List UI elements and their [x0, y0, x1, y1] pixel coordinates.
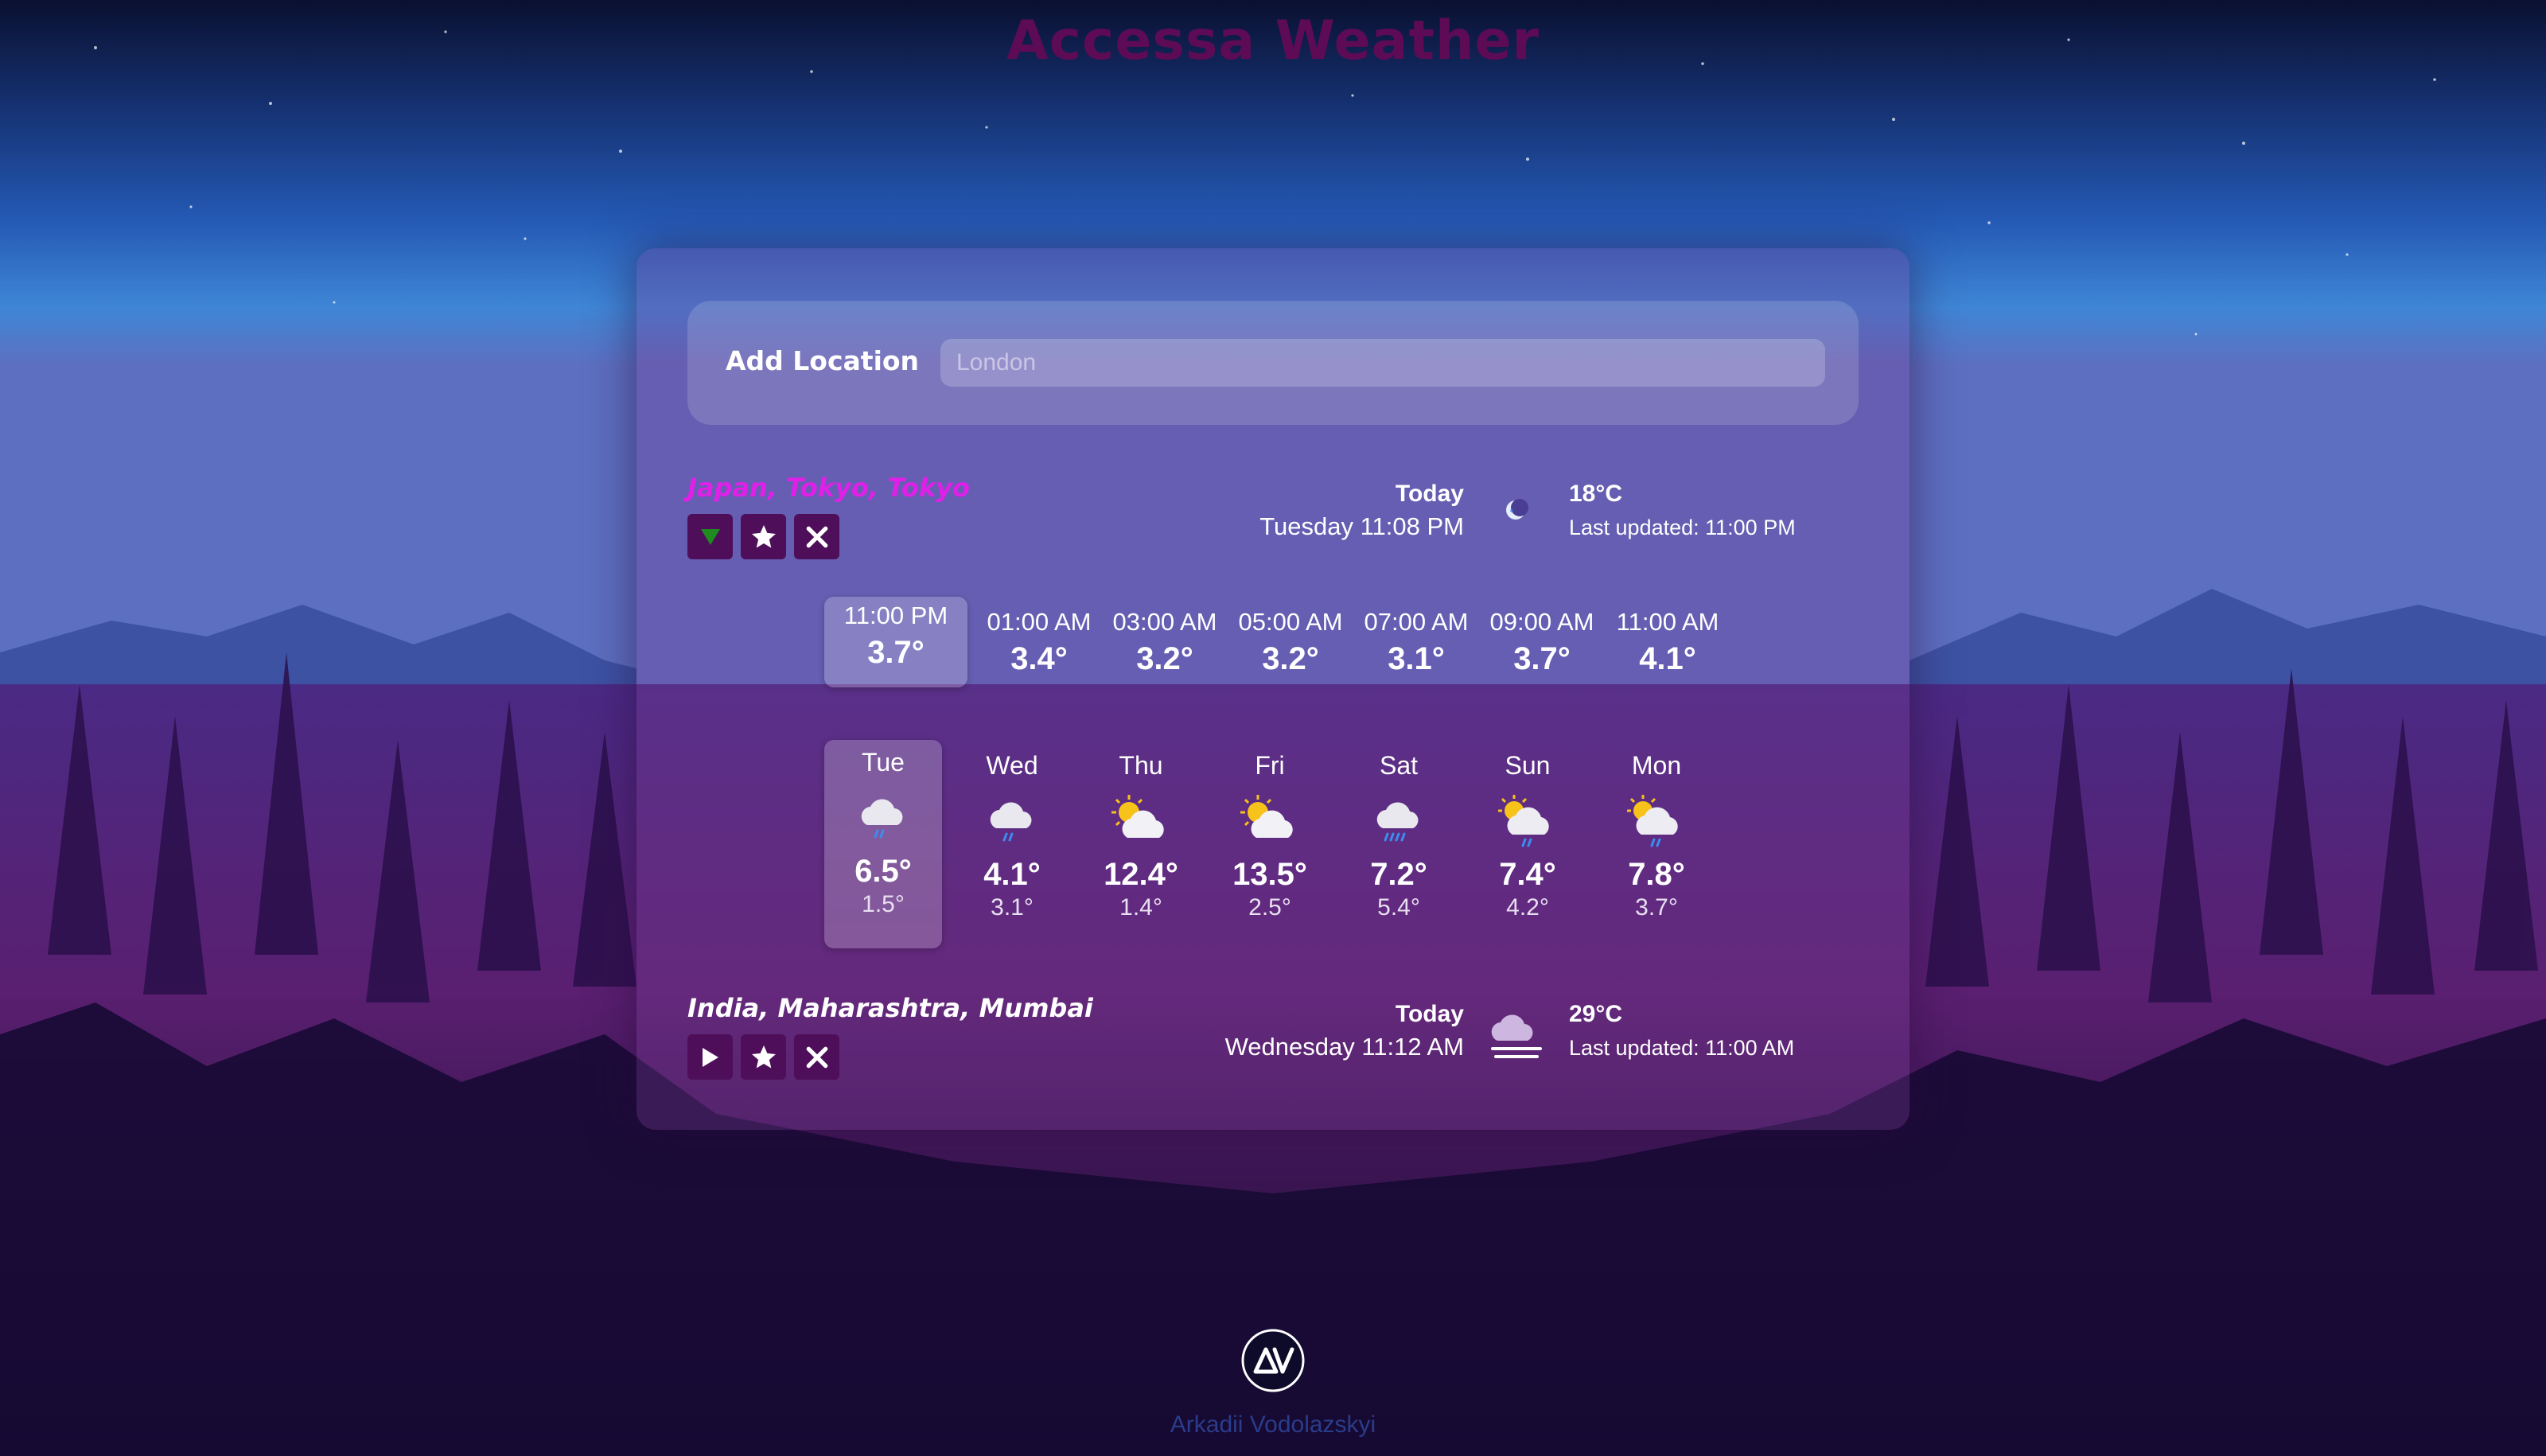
current-temperature: 29°C: [1569, 1001, 1623, 1027]
day-low: 5.4°: [1377, 894, 1420, 921]
local-datetime: Wednesday 11:12 AM: [1224, 1033, 1464, 1061]
location-actions-mumbai: [687, 1034, 839, 1080]
day-item[interactable]: Mon 7.8° 3.7°: [1598, 751, 1715, 921]
day-high: 7.2°: [1370, 857, 1427, 892]
hour-item[interactable]: 03:00 AM 3.2°: [1101, 608, 1228, 677]
hour-temp: 3.1°: [1388, 641, 1445, 676]
hour-time: 05:00 AM: [1238, 608, 1343, 636]
hour-item[interactable]: 07:00 AM 3.1°: [1353, 608, 1480, 677]
cloud-light-rain-icon: [990, 802, 1032, 842]
add-location-input[interactable]: [940, 339, 1825, 387]
app-title: Accessa Weather: [1006, 10, 1540, 72]
day-low: 1.5°: [862, 891, 905, 917]
day-item[interactable]: Thu 12.4° 1.4°: [1082, 751, 1200, 921]
cloud-haze-icon: [1491, 1014, 1542, 1058]
today-label: Today: [1395, 481, 1464, 507]
hour-item[interactable]: 11:00 AM 4.1°: [1604, 608, 1731, 677]
last-updated: Last updated: 11:00 AM: [1569, 1036, 1795, 1060]
sun-behind-cloud-icon: [1111, 795, 1164, 838]
add-location-label: Add Location: [726, 345, 920, 376]
close-icon: [806, 526, 827, 547]
location-name-tokyo[interactable]: Japan, Tokyo, Tokyo: [687, 473, 970, 503]
location-actions-tokyo: [687, 514, 839, 559]
hour-time: 03:00 AM: [1112, 608, 1217, 636]
crescent-moon-icon: [1506, 499, 1528, 520]
day-low: 3.1°: [991, 894, 1034, 921]
hour-item[interactable]: 09:00 AM 3.7°: [1478, 608, 1606, 677]
hour-time: 11:00 PM: [843, 601, 948, 629]
day-high: 13.5°: [1232, 857, 1307, 892]
hour-time: 01:00 AM: [987, 608, 1092, 636]
day-item[interactable]: Wed 4.1° 3.1°: [953, 751, 1071, 921]
star-icon: [751, 1045, 776, 1068]
today-block-mumbai: Today Wednesday 11:12 AM: [1225, 1001, 1464, 1061]
today-label: Today: [1395, 1001, 1464, 1027]
day-name: Thu: [1119, 751, 1163, 780]
day-low: 2.5°: [1248, 894, 1291, 921]
hour-time: 11:00 AM: [1616, 608, 1719, 636]
hour-temp: 4.1°: [1639, 641, 1696, 676]
local-datetime: Tuesday 11:08 PM: [1259, 512, 1464, 540]
day-item[interactable]: Fri 13.5° 2.5°: [1211, 751, 1329, 921]
location-name-mumbai[interactable]: India, Maharashtra, Mumbai: [687, 993, 1093, 1023]
collapse-button[interactable]: [687, 514, 733, 559]
hour-time: 09:00 AM: [1489, 608, 1594, 636]
hour-temp: 3.7°: [867, 635, 925, 670]
weather-card: Add Location Japan, Tokyo, Tokyo Today T…: [636, 248, 1910, 1130]
triangle-down-icon: [700, 528, 720, 545]
day-name: Wed: [986, 751, 1038, 780]
author-logo[interactable]: [1240, 1327, 1306, 1394]
day-low: 3.7°: [1635, 894, 1678, 921]
cloud-heavy-rain-icon: [1376, 802, 1419, 842]
last-updated: Last updated: 11:00 PM: [1569, 516, 1796, 539]
day-high: 6.5°: [855, 854, 912, 889]
current-temperature: 18°C: [1569, 481, 1623, 507]
hour-temp: 3.2°: [1262, 641, 1319, 676]
star-icon: [751, 524, 776, 547]
sun-cloud-rain-icon: [1498, 795, 1549, 847]
play-arrow-icon: [702, 1047, 718, 1067]
hour-temp: 3.4°: [1010, 641, 1068, 676]
author-name[interactable]: Arkadii Vodolazskyi: [0, 1411, 2546, 1438]
day-name: Fri: [1255, 751, 1285, 780]
cloud-light-rain-icon: [861, 799, 903, 839]
hour-item[interactable]: 11:00 PM 3.7°: [824, 597, 967, 687]
day-name: Tue: [862, 748, 905, 777]
day-high: 4.1°: [983, 857, 1041, 892]
day-item[interactable]: Sun 7.4° 4.2°: [1469, 751, 1586, 921]
day-name: Sat: [1379, 751, 1419, 780]
remove-button[interactable]: [794, 1034, 839, 1080]
expand-button[interactable]: [687, 1034, 733, 1080]
favorite-button[interactable]: [741, 1034, 786, 1080]
hour-item[interactable]: 05:00 AM 3.2°: [1227, 608, 1354, 677]
day-low: 1.4°: [1119, 894, 1162, 921]
favorite-button[interactable]: [741, 514, 786, 559]
hour-temp: 3.7°: [1513, 641, 1571, 676]
sun-cloud-rain-icon: [1627, 795, 1678, 847]
current-conditions-tokyo: 18°C Last updated: 11:00 PM: [1569, 481, 1796, 540]
day-high: 7.4°: [1499, 857, 1556, 892]
add-location-panel: Add Location: [687, 301, 1859, 425]
day-low: 4.2°: [1506, 894, 1549, 921]
day-name: Mon: [1631, 751, 1682, 780]
day-high: 12.4°: [1104, 857, 1178, 892]
hour-item[interactable]: 01:00 AM 3.4°: [975, 608, 1103, 677]
close-icon: [806, 1046, 827, 1068]
day-item[interactable]: Tue 6.5° 1.5°: [824, 740, 942, 948]
today-block-tokyo: Today Tuesday 11:08 PM: [1259, 481, 1464, 541]
hour-temp: 3.2°: [1136, 641, 1193, 676]
day-name: Sun: [1505, 751, 1551, 780]
current-conditions-mumbai: 29°C Last updated: 11:00 AM: [1569, 1001, 1794, 1061]
day-high: 7.8°: [1628, 857, 1685, 892]
sun-behind-cloud-icon: [1240, 795, 1293, 838]
hour-time: 07:00 AM: [1364, 608, 1469, 636]
day-item[interactable]: Sat 7.2° 5.4°: [1340, 751, 1458, 921]
remove-button[interactable]: [794, 514, 839, 559]
